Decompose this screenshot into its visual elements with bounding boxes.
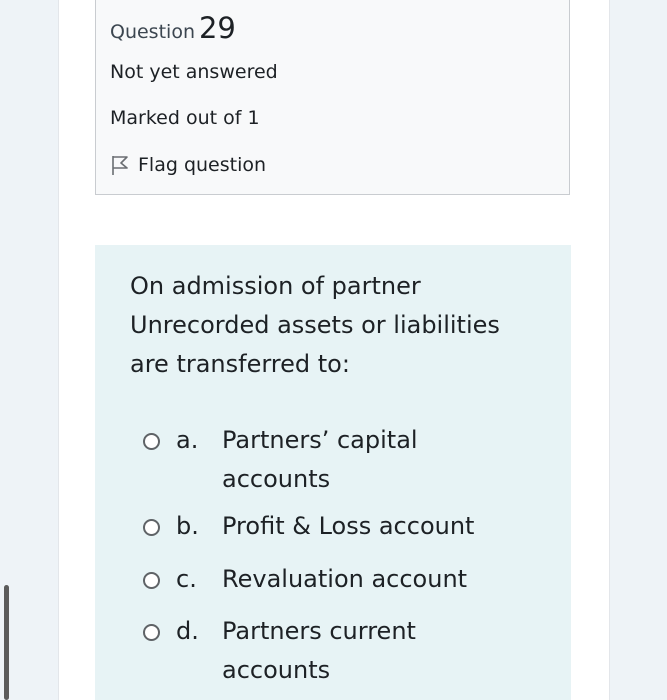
question-content-box: On admission of partner Unrecorded asset… — [95, 245, 571, 700]
question-text: On admission of partner Unrecorded asset… — [130, 272, 500, 378]
radio-button-c[interactable] — [143, 572, 160, 589]
option-letter: a. — [176, 426, 199, 454]
radio-button-d[interactable] — [143, 624, 160, 641]
question-state: Not yet answered — [110, 61, 278, 83]
option-letter: d. — [176, 617, 199, 645]
question-number: 29 — [198, 11, 236, 45]
flag-question-link[interactable]: Flag question — [110, 154, 266, 176]
radio-button-b[interactable] — [143, 519, 160, 536]
flag-question-label: Flag question — [138, 154, 267, 176]
question-label-text: Question — [110, 21, 195, 43]
option-letter: b. — [176, 512, 199, 540]
flag-icon — [112, 156, 128, 175]
option-letter: c. — [176, 565, 197, 593]
scrollbar-thumb[interactable] — [4, 585, 9, 700]
answer-option-d[interactable]: d. Partners current accounts — [143, 612, 522, 690]
answer-option-c[interactable]: c. Revaluation account — [143, 560, 522, 612]
answer-options: a. Partners’ capital accounts b. Profit … — [143, 421, 522, 690]
content-panel: Question 29 Not yet answered Marked out o… — [58, 0, 610, 700]
answer-option-b[interactable]: b. Profit & Loss account — [143, 507, 522, 560]
option-text: Revaluation account — [222, 565, 468, 593]
question-number-label: Question 29 — [110, 11, 236, 45]
question-info-box: Question 29 Not yet answered Marked out o… — [95, 0, 570, 195]
radio-button-a[interactable] — [143, 433, 160, 450]
quiz-page: Question 29 Not yet answered Marked out o… — [0, 0, 667, 700]
question-grade: Marked out of 1 — [110, 107, 260, 129]
option-text: Partners’ capital accounts — [222, 426, 418, 493]
option-text: Profit & Loss account — [222, 512, 475, 540]
option-text: Partners current accounts — [222, 617, 416, 684]
answer-option-a[interactable]: a. Partners’ capital accounts — [143, 421, 522, 507]
